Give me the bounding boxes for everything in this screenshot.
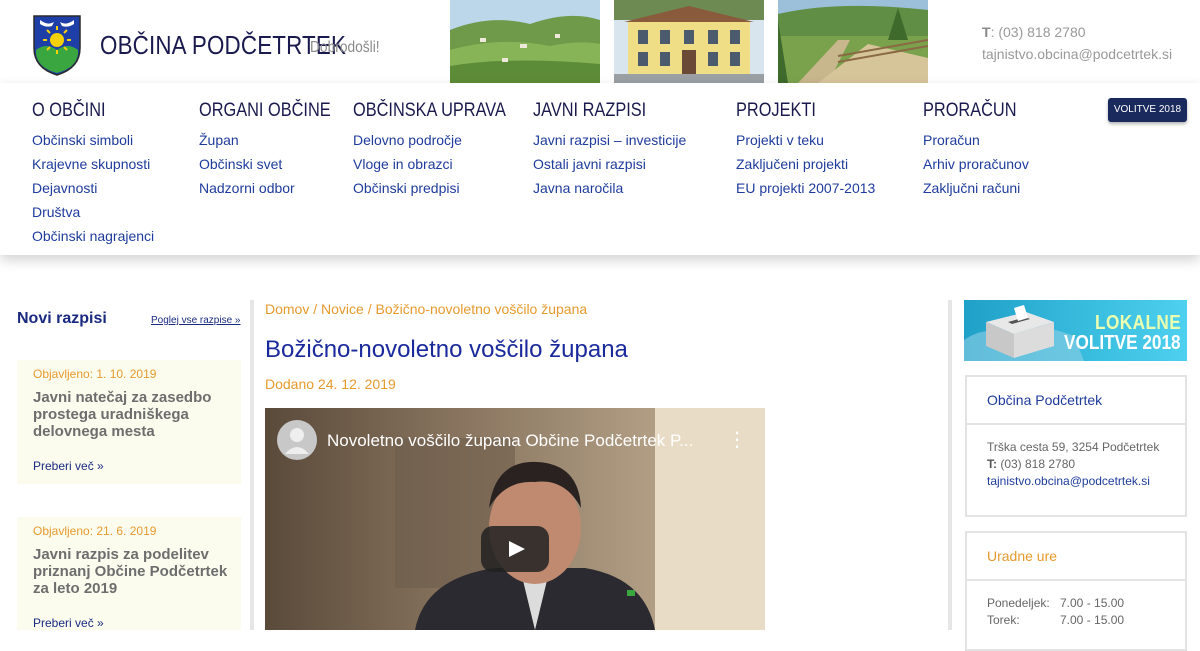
nav-link-obcinski-simboli[interactable]: Občinski simboli [32,128,154,152]
nav-link-obcinski-svet[interactable]: Občinski svet [199,152,352,176]
office-hours-row: Torek: 7.00 - 15.00 [987,612,1185,629]
tender-card: Objavljeno: 1. 10. 2019 Javni natečaj za… [17,360,241,484]
office-contact-box: Občina Podčetrtek Trška cesta 59, 3254 P… [965,375,1187,517]
read-more-link[interactable]: Preberi več » [33,616,104,630]
main-navigation: O OBČINI Občinski simboli Krajevne skupn… [0,83,1200,255]
nav-link-javna-narocila[interactable]: Javna naročila [533,176,686,200]
tender-published-date: Objavljeno: 21. 6. 2019 [33,524,157,538]
nav-column-projekti: PROJEKTI Projekti v teku Zaključeni proj… [736,97,875,200]
tender-card: Objavljeno: 21. 6. 2019 Javni razpis za … [17,517,241,630]
welcome-text: Dobrodošli! [310,39,380,56]
nav-link-obcinski-predpisi[interactable]: Občinski predpisi [353,176,531,200]
nav-link-delovno-podrocje[interactable]: Delovno področje [353,128,531,152]
column-divider [250,300,254,630]
nav-heading-o-obcini[interactable]: O OBČINI [32,97,137,125]
nav-link-ostali-javni-razpisi[interactable]: Ostali javni razpisi [533,152,686,176]
nav-link-zakljuceni-projekti[interactable]: Zaključeni projekti [736,152,875,176]
nav-heading-proracun[interactable]: PRORAČUN [923,97,1017,125]
nav-link-nadzorni-odbor[interactable]: Nadzorni odbor [199,176,352,200]
nav-link-drustva[interactable]: Društva [32,200,154,224]
page-title: Božično-novoletno voščilo župana [265,336,628,363]
banner-line-2: VOLITVE 2018 [1064,332,1181,354]
nav-heading-projekti[interactable]: PROJEKTI [736,97,856,125]
header-contact: T: (03) 818 2780 tajnistvo.obcina@podcet… [982,21,1172,65]
read-more-link[interactable]: Preberi več » [33,459,104,473]
nav-link-proracun[interactable]: Proračun [923,128,1032,152]
nav-link-zakljucni-racuni[interactable]: Zaključni računi [923,176,1032,200]
nav-link-projekti-v-teku[interactable]: Projekti v teku [736,128,875,152]
header-photo-building [614,0,764,83]
nav-link-arhiv-proracunov[interactable]: Arhiv proračunov [923,152,1032,176]
nav-heading-organi-obcine[interactable]: ORGANI OBČINE [199,97,331,125]
nav-column-javni-razpisi: JAVNI RAZPISI Javni razpisi – investicij… [533,97,686,200]
nav-column-o-obcini: O OBČINI Občinski simboli Krajevne skupn… [32,97,154,248]
nav-column-organi-obcine: ORGANI OBČINE Župan Občinski svet Nadzor… [199,97,352,200]
tender-published-date: Objavljeno: 1. 10. 2019 [33,367,157,381]
office-box-title: Občina Podčetrtek [967,377,1185,425]
nav-link-obcinski-nagrajenci[interactable]: Občinski nagrajenci [32,224,154,248]
hours-time: 7.00 - 15.00 [1060,596,1125,610]
coat-of-arms-logo[interactable] [32,14,82,76]
play-button-icon[interactable] [481,526,549,572]
office-hours-box: Uradne ure Ponedeljek: 7.00 - 15.00 Torek… [965,531,1187,651]
office-email-link[interactable]: tajnistvo.obcina@podcetrtek.si [987,474,1150,488]
office-hours-row: Ponedeljek: 7.00 - 15.00 [987,595,1185,612]
breadcrumb[interactable]: Domov / Novice / Božično-novoletno vošči… [265,301,587,317]
volitve-2018-button[interactable]: VOLITVE 2018 [1108,98,1187,122]
more-options-icon[interactable]: ⋮ [727,430,747,450]
office-address: Trška cesta 59, 3254 Podčetrtek [987,440,1160,454]
nav-heading-javni-razpisi[interactable]: JAVNI RAZPISI [533,97,665,125]
header-phone: : (03) 818 2780 [990,24,1086,40]
tender-title[interactable]: Javni razpis za podelitev priznanj Občin… [33,546,233,597]
nav-link-dejavnosti[interactable]: Dejavnosti [32,176,154,200]
site-header: OBČINA PODČETRTEK Dobrodošli! T: (03) 81… [0,0,1200,83]
new-tenders-title: Novi razpisi [17,310,107,327]
nav-link-krajevne-skupnosti[interactable]: Krajevne skupnosti [32,152,154,176]
nav-column-obcinska-uprava: OBČINSKA UPRAVA Delovno področje Vloge i… [353,97,531,200]
office-phone-label: T: [987,457,997,471]
nav-link-eu-projekti[interactable]: EU projekti 2007-2013 [736,176,875,200]
video-title[interactable]: Novoletno voščilo župana Občine Podčetrt… [327,431,693,451]
hours-day: Torek: [987,613,1020,627]
nav-link-zupan[interactable]: Župan [199,128,352,152]
phone-label: T [982,24,991,40]
tender-title[interactable]: Javni natečaj za zasedbo prostega uradni… [33,389,233,440]
office-box-body: Trška cesta 59, 3254 Podčetrtek T: (03) … [967,425,1185,490]
header-email[interactable]: tajnistvo.obcina@podcetrtek.si [982,43,1172,65]
channel-avatar-icon[interactable] [277,420,317,460]
office-hours-body: Ponedeljek: 7.00 - 15.00 Torek: 7.00 - 15.… [967,581,1185,629]
nav-link-vloge-in-obrazci[interactable]: Vloge in obrazci [353,152,531,176]
hours-time: 7.00 - 15.00 [1060,613,1125,627]
header-photo-hills [450,0,600,83]
nav-link-javni-razpisi-investicije[interactable]: Javni razpisi – investicije [533,128,686,152]
hours-day: Ponedeljek: [987,596,1050,610]
youtube-video-embed[interactable]: Novoletno voščilo župana Občine Podčetrt… [265,408,765,630]
nav-column-proracun: PRORAČUN Proračun Arhiv proračunov Zaklj… [923,97,1032,200]
office-phone: (03) 818 2780 [997,457,1076,471]
column-divider [948,300,952,630]
header-photo-path [778,0,928,83]
nav-heading-obcinska-uprava[interactable]: OBČINSKA UPRAVA [353,97,506,125]
office-hours-title: Uradne ure [967,533,1185,581]
lokalne-volitve-banner[interactable]: LOKALNE VOLITVE 2018 [964,300,1187,361]
article-date: Dodano 24. 12. 2019 [265,376,396,392]
view-all-tenders-link[interactable]: Poglej vse razpise » [151,315,241,326]
